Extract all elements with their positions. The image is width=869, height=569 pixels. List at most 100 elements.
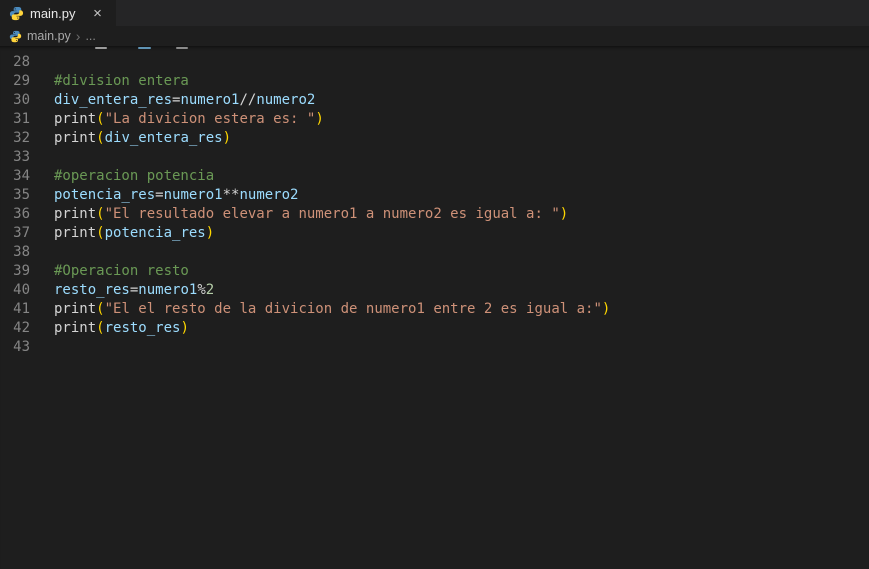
code-line[interactable]: 29 #division entera: [0, 72, 869, 91]
line-number: 28: [13, 54, 30, 70]
token-var: div_entera_res: [54, 92, 173, 108]
code-line[interactable]: 42 print(resto_res): [0, 319, 869, 338]
token-str: "El el resto de la divicion de numero1 e…: [104, 301, 602, 317]
code-line[interactable]: 32 print(div_entera_res): [0, 129, 869, 148]
token-op: %: [197, 282, 206, 298]
token-paren: ): [180, 320, 189, 336]
code-line[interactable]: 37 print(potencia_res): [0, 224, 869, 243]
code-editor[interactable]: 28 29 #division entera 30 div_entera_res=num…: [0, 46, 869, 569]
token-var: numero1: [138, 282, 198, 298]
code-line[interactable]: 33: [0, 148, 869, 167]
line-code: print("El resultado elevar a numero1 a n…: [30, 205, 568, 224]
line-code: [30, 243, 54, 262]
token-var: div_entera_res: [104, 130, 223, 146]
code-line[interactable]: 41 print("El el resto de la divicion de n…: [0, 300, 869, 319]
line-code: [30, 148, 54, 167]
token-paren: ): [559, 206, 569, 222]
token-var: resto_res: [54, 282, 130, 298]
code-line[interactable]: 43: [0, 338, 869, 357]
close-icon[interactable]: ×: [90, 5, 106, 21]
token-fn: print: [54, 130, 97, 146]
code-line[interactable]: 28: [0, 53, 869, 72]
line-number: 35: [13, 187, 30, 203]
line-number: 38: [13, 244, 30, 260]
token-paren: ): [222, 130, 232, 146]
token-paren: (: [96, 130, 105, 146]
token-paren: ): [601, 301, 611, 317]
token-fn: print: [54, 225, 97, 241]
clipped-glyph-fragment: [95, 47, 107, 49]
code-line[interactable]: 34 #operacion potencia: [0, 167, 869, 186]
token-comment: #division entera: [54, 73, 189, 89]
line-number: 30: [13, 92, 30, 108]
line-number: 29: [13, 73, 30, 89]
python-file-icon: [9, 30, 22, 43]
clipped-glyph-fragment: [138, 47, 151, 49]
line-number: 31: [13, 111, 30, 127]
token-var: numero1: [163, 187, 223, 203]
code-line[interactable]: 38: [0, 243, 869, 262]
line-number: 36: [13, 206, 30, 222]
code-line[interactable]: 40 resto_res=numero1%2: [0, 281, 869, 300]
token-paren: (: [96, 111, 105, 127]
line-number: 33: [13, 149, 30, 165]
tab-main-py[interactable]: main.py ×: [0, 0, 117, 26]
code-line[interactable]: 39 #Operacion resto: [0, 262, 869, 281]
token-paren: (: [96, 206, 105, 222]
breadcrumb-file[interactable]: main.py: [27, 29, 71, 43]
token-op: **: [222, 187, 240, 203]
editor-tab-bar: main.py ×: [0, 0, 869, 26]
tab-label: main.py: [30, 5, 76, 21]
token-op: =: [155, 187, 164, 203]
code-line[interactable]: 30 div_entera_res=numero1//numero2: [0, 91, 869, 110]
code-lines: 28 29 #division entera 30 div_entera_res=num…: [0, 53, 869, 357]
token-fn: print: [54, 206, 97, 222]
token-var: numero2: [239, 187, 299, 203]
line-code: potencia_res=numero1**numero2: [30, 186, 298, 205]
token-var: potencia_res: [54, 187, 156, 203]
chevron-right-icon: ›: [75, 28, 81, 44]
clipped-glyph-fragment: [176, 47, 188, 49]
line-code: print(resto_res): [30, 319, 189, 338]
line-code: #division entera: [30, 72, 189, 91]
breadcrumb-ellipsis[interactable]: ...: [85, 29, 95, 43]
line-number: 42: [13, 320, 30, 336]
line-code: div_entera_res=numero1//numero2: [30, 91, 315, 110]
line-number: 37: [13, 225, 30, 241]
line-code: print("El el resto de la divicion de num…: [30, 300, 610, 319]
token-paren: (: [96, 320, 105, 336]
token-paren: ): [205, 225, 215, 241]
token-var: numero2: [256, 92, 316, 108]
token-comment: #Operacion resto: [54, 263, 189, 279]
line-code: #Operacion resto: [30, 262, 189, 281]
token-paren: ): [315, 111, 324, 127]
token-var: potencia_res: [104, 225, 206, 241]
vscode-window: main.py × main.py › ... 28 29 #division en…: [0, 0, 869, 569]
breadcrumb: main.py › ...: [0, 26, 869, 46]
line-number: 32: [13, 130, 30, 146]
token-var: numero1: [180, 92, 240, 108]
line-code: #operacion potencia: [30, 167, 214, 186]
line-number: 34: [13, 168, 30, 184]
line-code: resto_res=numero1%2: [30, 281, 214, 300]
line-code: print(potencia_res): [30, 224, 214, 243]
line-number: 43: [13, 339, 30, 355]
token-num: 2: [205, 282, 215, 298]
line-code: [30, 53, 54, 72]
line-number: 40: [13, 282, 30, 298]
code-line[interactable]: 36 print("El resultado elevar a numero1 a…: [0, 205, 869, 224]
code-line[interactable]: 31 print("La divicion estera es: "): [0, 110, 869, 129]
token-var: resto_res: [104, 320, 181, 336]
line-code: print("La divicion estera es: "): [30, 110, 324, 129]
line-code: print(div_entera_res): [30, 129, 231, 148]
token-paren: (: [96, 301, 105, 317]
token-op: //: [239, 92, 257, 108]
token-str: "La divicion estera es: ": [104, 111, 316, 127]
code-line[interactable]: 35 potencia_res=numero1**numero2: [0, 186, 869, 205]
token-str: "El resultado elevar a numero1 a numero2…: [104, 206, 560, 222]
token-fn: print: [54, 301, 97, 317]
token-fn: print: [54, 320, 97, 336]
line-number: 41: [13, 301, 30, 317]
partial-line-27: [0, 46, 869, 53]
python-file-icon: [9, 6, 24, 21]
